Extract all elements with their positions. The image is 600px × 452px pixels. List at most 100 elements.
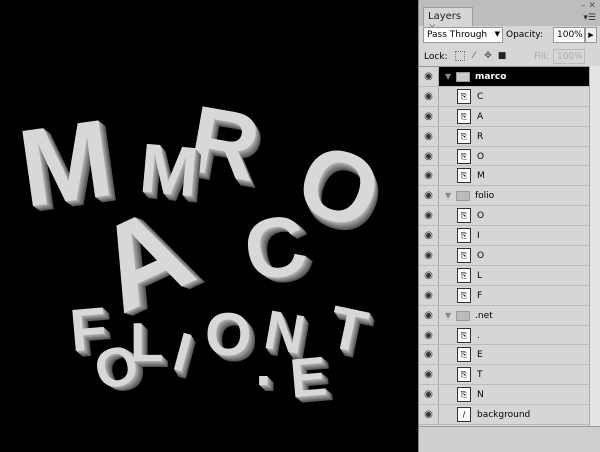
layer-name: . <box>477 330 480 341</box>
visibility-eye-icon[interactable]: ◉ <box>419 305 439 325</box>
opacity-label: Opacity: <box>506 30 543 40</box>
layer-name: L <box>477 270 483 281</box>
tab-layers[interactable]: Layers × <box>423 7 473 33</box>
folder-icon <box>456 72 470 82</box>
lock-transparency-icon[interactable] <box>455 51 465 61</box>
smart-object-icon: ⎘ <box>457 148 471 164</box>
3d-letter-m2: M <box>136 128 202 212</box>
panel-bottom-bar <box>419 426 600 452</box>
layers-panel: – ✕ Layers × ▾☰ Pass Through ▼ Opacity: 1… <box>418 0 600 452</box>
layer-row[interactable]: ◉ ⎘ O <box>419 246 589 266</box>
layer-name: O <box>477 211 485 222</box>
layer-name: background <box>477 410 531 421</box>
expand-triangle-icon[interactable]: ▼ <box>445 72 451 81</box>
smart-object-icon: ⎘ <box>457 267 471 283</box>
document-canvas[interactable]: M R O A C M F O L I O N . E T <box>0 0 418 452</box>
visibility-eye-icon[interactable]: ◉ <box>419 106 439 126</box>
3d-letter-e: E <box>287 344 330 410</box>
opacity-slider-button[interactable]: ▶ <box>585 27 597 43</box>
visibility-eye-icon[interactable]: ◉ <box>419 67 439 86</box>
layer-row[interactable]: ◉ ⎘ E <box>419 345 589 366</box>
visibility-eye-icon[interactable]: ◉ <box>419 86 439 106</box>
visibility-eye-icon[interactable]: ◉ <box>419 285 439 305</box>
3d-letter-i: I <box>167 320 199 384</box>
smart-object-icon: ⎘ <box>457 248 471 264</box>
visibility-eye-icon[interactable]: ◉ <box>419 186 439 206</box>
visibility-eye-icon[interactable]: ◉ <box>419 385 439 405</box>
visibility-eye-icon[interactable]: ◉ <box>419 325 439 345</box>
layer-name: O <box>477 151 485 162</box>
layer-name: E <box>477 350 483 361</box>
layer-name: I <box>477 231 480 242</box>
layer-row[interactable]: ◉ ⎘ T <box>419 365 589 386</box>
layer-row[interactable]: ◉ ⎘ N <box>419 385 589 406</box>
layer-name: folio <box>475 191 495 202</box>
fill-input[interactable]: 100% <box>553 49 585 64</box>
layer-row[interactable]: ◉ ⎘ L <box>419 265 589 286</box>
folder-icon <box>456 191 470 202</box>
layer-name: C <box>477 91 484 102</box>
layer-row[interactable]: ◉ ⎘ F <box>419 285 589 306</box>
tab-label: Layers <box>428 11 462 22</box>
lock-label: Lock: <box>424 52 448 62</box>
visibility-eye-icon[interactable]: ◉ <box>419 345 439 365</box>
visibility-eye-icon[interactable]: ◉ <box>419 265 439 285</box>
visibility-eye-icon[interactable]: ◉ <box>419 246 439 265</box>
expand-triangle-icon[interactable]: ▼ <box>445 311 451 320</box>
layers-list: ◉ ▼ marco ◉ ⎘ C ◉ ⎘ A ◉ ⎘ R ◉ ⎘ O ◉ ⎘ M ◉ ▼ folio ◉ ⎘ O ◉ ⎘ I ◉ ⎘ O ◉ ⎘… <box>419 66 589 426</box>
3d-letter-l: L <box>130 311 164 373</box>
smart-object-icon: ⎘ <box>457 128 471 144</box>
visibility-eye-icon[interactable]: ◉ <box>419 126 439 146</box>
3d-letter-o3: O <box>205 301 252 368</box>
brush-thumbnail-icon: ∕ <box>457 407 471 423</box>
3d-letter-dot: . <box>255 331 272 398</box>
layer-row[interactable]: ◉ ∕ background <box>419 405 589 426</box>
layer-name: .net <box>475 310 493 321</box>
layer-row[interactable]: ◉ ⎘ R <box>419 126 589 147</box>
expand-triangle-icon[interactable]: ▼ <box>445 191 451 200</box>
visibility-eye-icon[interactable]: ◉ <box>419 166 439 186</box>
layer-row[interactable]: ◉ ⎘ C <box>419 86 589 107</box>
panel-window-controls[interactable]: – ✕ <box>581 1 596 11</box>
visibility-eye-icon[interactable]: ◉ <box>419 146 439 166</box>
layer-row[interactable]: ◉ ⎘ M <box>419 166 589 187</box>
panel-tab-bar: – ✕ Layers × ▾☰ <box>419 0 600 33</box>
layer-row[interactable]: ◉ ⎘ O <box>419 206 589 227</box>
visibility-eye-icon[interactable]: ◉ <box>419 365 439 385</box>
blend-mode-select[interactable]: Pass Through ▼ <box>423 27 503 43</box>
smart-object-icon: ⎘ <box>457 347 471 363</box>
layer-row[interactable]: ◉ ⎘ A <box>419 106 589 127</box>
smart-object-icon: ⎘ <box>457 387 471 403</box>
smart-object-icon: ⎘ <box>457 168 471 184</box>
visibility-eye-icon[interactable]: ◉ <box>419 405 439 425</box>
smart-object-icon: ⎘ <box>457 108 471 124</box>
layer-row[interactable]: ◉ ▼ folio <box>419 186 589 207</box>
layer-name: R <box>477 131 484 142</box>
visibility-eye-icon[interactable]: ◉ <box>419 226 439 246</box>
layer-name: T <box>477 370 483 381</box>
layer-name: A <box>477 111 484 122</box>
layer-row[interactable]: ◉ ▼ marco <box>419 67 589 87</box>
folder-icon <box>456 310 470 321</box>
visibility-eye-icon[interactable]: ◉ <box>419 206 439 226</box>
layer-row[interactable]: ◉ ⎘ O <box>419 146 589 167</box>
layer-name: marco <box>475 72 507 82</box>
opacity-input[interactable]: 100% <box>553 27 585 43</box>
layer-name: N <box>477 390 484 401</box>
layer-row[interactable]: ◉ ⎘. <box>419 325 589 346</box>
lock-brush-icon[interactable]: ⁄ <box>469 51 479 61</box>
blend-mode-value: Pass Through <box>427 30 488 40</box>
layer-name: O <box>477 251 485 262</box>
smart-object-icon: ⎘ <box>457 88 471 104</box>
smart-object-icon: ⎘ <box>457 228 471 244</box>
layers-scrollbar[interactable] <box>589 66 600 426</box>
smart-object-icon: ⎘ <box>457 327 471 343</box>
lock-all-icon[interactable]: ■ <box>497 51 507 61</box>
panel-menu-icon[interactable]: ▾☰ <box>583 13 596 23</box>
layer-row[interactable]: ◉ ⎘ I <box>419 226 589 247</box>
smart-object-icon: ⎘ <box>457 287 471 303</box>
layer-row[interactable]: ◉ ▼ .net <box>419 305 589 326</box>
lock-move-icon[interactable]: ✥ <box>483 51 493 61</box>
layer-name: F <box>477 290 483 301</box>
3d-letter-t: T <box>323 292 374 367</box>
